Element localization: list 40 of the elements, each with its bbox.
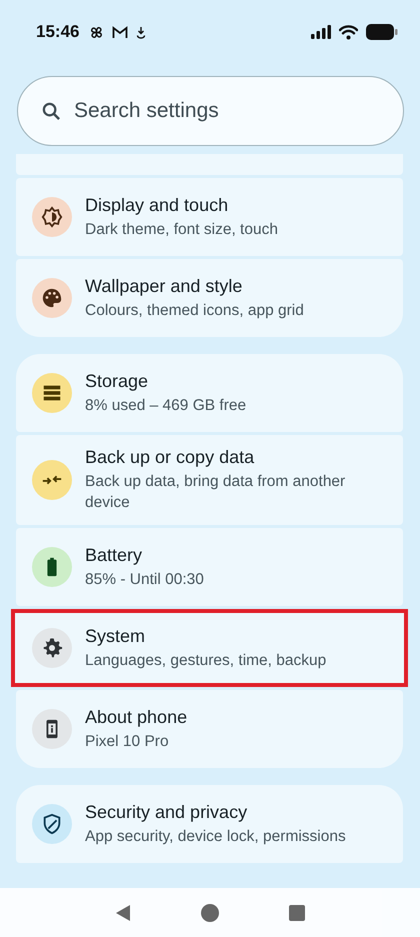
settings-item[interactable]: System Languages, gestures, time, backup xyxy=(11,609,408,687)
settings-item[interactable]: About phone Pixel 10 Pro xyxy=(16,690,403,768)
item-subtitle: Languages, gestures, time, backup xyxy=(85,650,326,670)
settings-item[interactable]: Battery 85% - Until 00:30 xyxy=(16,528,403,606)
item-title: Battery xyxy=(85,544,144,566)
signal-icon xyxy=(311,25,331,39)
item-subtitle: App security, device lock, permissions xyxy=(85,826,346,846)
item-title: Back up or copy data xyxy=(85,447,256,468)
settings-item[interactable]: Storage 8% used – 469 GB free xyxy=(16,354,403,432)
back-icon[interactable] xyxy=(115,904,131,922)
item-title: Display and touch xyxy=(85,194,230,216)
item-title: Storage xyxy=(85,370,150,392)
clock-time: 15:46 xyxy=(36,22,80,42)
search-field[interactable]: Search settings xyxy=(17,76,404,146)
settings-icon xyxy=(41,637,63,659)
item-subtitle: 85% - Until 00:30 xyxy=(85,570,204,590)
battery-icon xyxy=(366,24,398,40)
search-icon xyxy=(42,102,61,121)
download-icon xyxy=(136,26,146,38)
palette-icon xyxy=(41,287,63,309)
settings-item[interactable]: Security and privacy App security, device lock, permissions xyxy=(16,785,403,863)
item-subtitle: Pixel 10 Pro xyxy=(85,732,170,752)
item-title: About phone xyxy=(85,706,188,728)
brightness-icon xyxy=(41,206,63,228)
settings-item[interactable]: Display and touch Dark theme, font size, touch xyxy=(16,178,403,256)
item-subtitle: Colours, themed icons, app grid xyxy=(85,300,304,320)
item-title: System xyxy=(85,626,146,646)
recents-icon[interactable] xyxy=(289,904,305,920)
home-icon[interactable] xyxy=(201,904,219,922)
settings-item[interactable]: Back up or copy data Back up data, bring data from another device xyxy=(16,435,403,525)
shield-icon xyxy=(41,813,63,835)
item-subtitle: 8% used – 469 GB free xyxy=(85,396,246,416)
settings-item[interactable]: Wallpaper and style Colours, themed icons, app grid xyxy=(16,259,403,337)
pinwheel-icon xyxy=(89,24,104,40)
item-title: Wallpaper and style xyxy=(85,276,244,296)
item-title: Security and privacy xyxy=(85,802,248,822)
item-subtitle: Dark theme, font size, touch xyxy=(85,220,278,240)
mail-icon xyxy=(112,26,128,38)
wifi-icon xyxy=(339,24,358,40)
item-subtitle: Back up data, bring data from another device xyxy=(85,472,346,513)
